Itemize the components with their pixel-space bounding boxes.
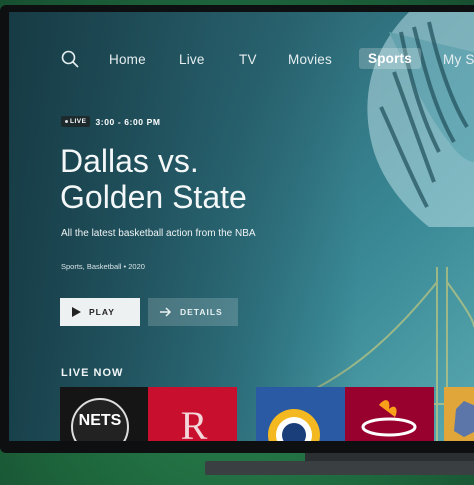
- tile-rockets[interactable]: R: [148, 387, 237, 441]
- live-badge: LIVE: [61, 116, 91, 127]
- search-icon[interactable]: [60, 49, 80, 69]
- hero-title-line2: Golden State: [60, 179, 247, 215]
- tile-nets[interactable]: NETS: [60, 387, 148, 441]
- top-nav: Home Live TV Movies Sports My S: [9, 48, 474, 72]
- airing-time: 3:00 - 6:00 PM: [95, 116, 161, 127]
- tile-grizzlies[interactable]: [444, 387, 474, 441]
- play-icon: [72, 307, 81, 317]
- nav-my-stuff[interactable]: My S: [443, 52, 474, 67]
- play-button[interactable]: PLAY: [60, 298, 140, 326]
- hero-title: Dallas vs. Golden State: [60, 143, 360, 215]
- details-button-label: DETAILS: [180, 307, 223, 317]
- pacers-logo-icon: [256, 387, 345, 441]
- nav-tv[interactable]: TV: [239, 52, 257, 67]
- rockets-logo-icon: R: [148, 387, 237, 441]
- grizzlies-logo-icon: [444, 387, 474, 441]
- live-dot-icon: [65, 120, 68, 123]
- svg-text:R: R: [181, 403, 208, 441]
- live-now-heading: LIVE NOW: [61, 367, 124, 379]
- hero-title-line1: Dallas vs.: [60, 143, 199, 179]
- heat-logo-icon: [345, 387, 434, 441]
- details-button[interactable]: DETAILS: [148, 298, 238, 326]
- play-button-label: PLAY: [89, 307, 115, 317]
- airing-time-row: LIVE 3:00 - 6:00 PM: [61, 116, 161, 127]
- hero-description: All the latest basketball action from th…: [61, 228, 256, 239]
- nav-home[interactable]: Home: [109, 52, 146, 67]
- live-badge-label: LIVE: [70, 118, 87, 125]
- nav-movies[interactable]: Movies: [288, 52, 332, 67]
- tile-heat[interactable]: [345, 387, 434, 441]
- arrow-right-icon: [160, 307, 172, 317]
- nets-logo-icon: NETS: [71, 398, 129, 441]
- svg-text:NETS: NETS: [79, 412, 122, 429]
- nav-live[interactable]: Live: [179, 52, 205, 67]
- tv-stand-base: [205, 461, 474, 475]
- nav-sports[interactable]: Sports: [359, 48, 421, 69]
- tile-pacers[interactable]: [256, 387, 345, 441]
- tv-screen: Home Live TV Movies Sports My S LIVE 3:0…: [9, 12, 474, 441]
- hero-meta: Sports, Basketball • 2020: [61, 262, 145, 271]
